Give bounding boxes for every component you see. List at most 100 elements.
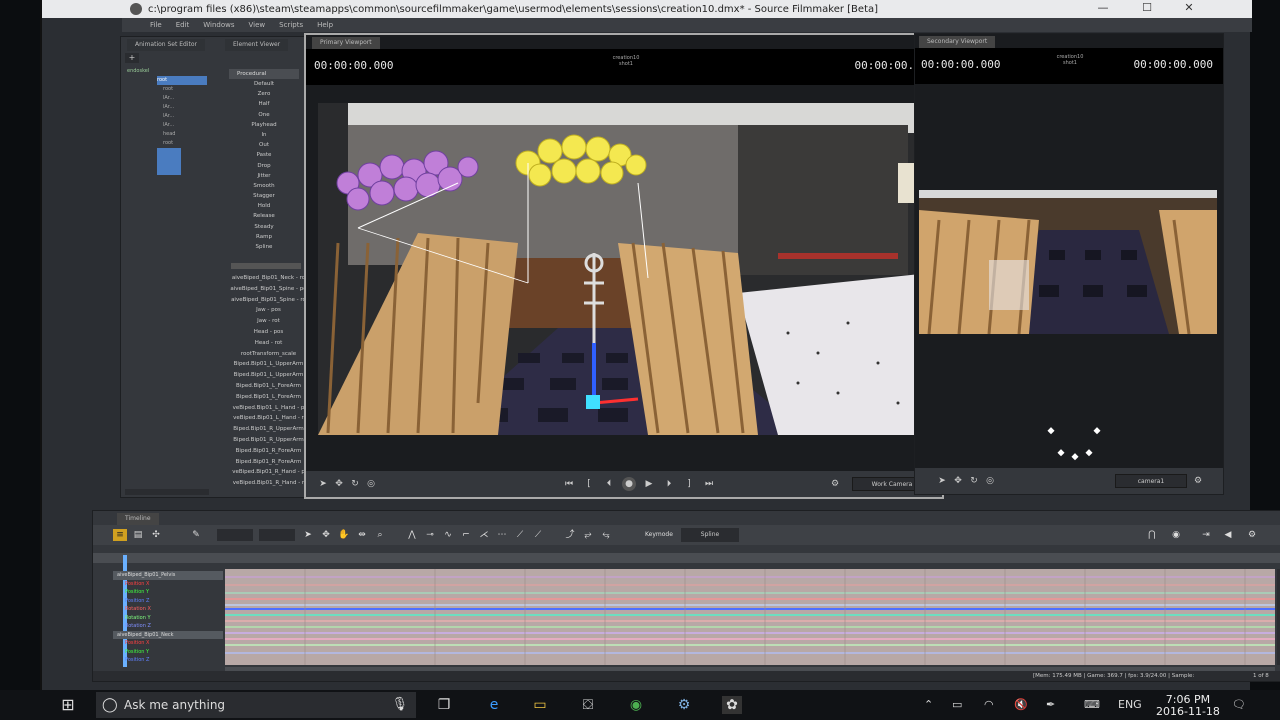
record-icon[interactable]: ● xyxy=(622,477,636,491)
primary-viewport[interactable]: Primary Viewport ✕ 00:00:00.000 creation… xyxy=(304,33,944,499)
store-icon[interactable]: ⛋ xyxy=(578,696,598,714)
channel-pos-z[interactable]: Position Z xyxy=(113,597,223,606)
manipulator-icon[interactable]: ◎ xyxy=(364,477,378,491)
control-item[interactable]: Head - rot xyxy=(221,338,316,349)
pan-hand-icon[interactable]: ✋ xyxy=(337,529,351,541)
prev-frame-icon[interactable]: ⏴ xyxy=(602,477,616,491)
chrome-icon[interactable]: ◉ xyxy=(626,696,646,714)
select-tool-icon[interactable]: ➤ xyxy=(316,477,330,491)
mute-icon[interactable]: ◀ xyxy=(1221,529,1235,541)
preset-steady[interactable]: Steady xyxy=(229,222,299,232)
tangent-linear-icon[interactable]: ⋌ xyxy=(477,529,491,541)
control-item[interactable]: veBiped.Bip01_R_Hand - p xyxy=(221,467,316,478)
export-icon[interactable]: ⇥ xyxy=(1199,529,1213,541)
microphone-icon[interactable]: 🎙 xyxy=(391,692,408,718)
tangent-step-icon[interactable]: ⌐ xyxy=(459,529,473,541)
graph-editor-curves[interactable] xyxy=(225,569,1275,665)
move-tool-icon[interactable]: ✥ xyxy=(951,474,965,488)
cortana-search-box[interactable]: ◯ Ask me anything 🎙 xyxy=(96,692,416,718)
preset-ramp[interactable]: Ramp xyxy=(229,232,299,242)
channel-pos-y[interactable]: Position Y xyxy=(113,588,223,597)
control-item[interactable]: aiveBiped_Bip01_Neck - ro xyxy=(221,273,316,284)
channel-pos-y[interactable]: Position Y xyxy=(113,648,223,657)
control-item[interactable]: Biped.Bip01_R_ForeArm xyxy=(221,457,316,468)
keymode-select[interactable]: Spline xyxy=(681,528,739,542)
timeline-settings-icon[interactable]: ⚙ xyxy=(1245,529,1259,541)
move-tool-icon[interactable]: ✥ xyxy=(319,529,333,541)
control-item[interactable]: Biped.Bip01_L_UpperArm xyxy=(221,359,316,370)
channel-pos-z[interactable]: Position Z xyxy=(113,656,223,665)
control-item[interactable]: aiveBiped_Bip01_Spine - ro xyxy=(221,295,316,306)
tab-timeline[interactable]: Timeline xyxy=(117,513,159,525)
tree-item[interactable]: root xyxy=(163,85,207,94)
tangent-unify-icon[interactable]: ⋯ xyxy=(495,529,509,541)
secondary-render[interactable] xyxy=(919,190,1217,334)
menu-edit[interactable]: Edit xyxy=(176,21,190,29)
magnet-icon[interactable]: ⋂ xyxy=(1145,529,1159,541)
preset-smooth[interactable]: Smooth xyxy=(229,181,299,191)
preset-stagger[interactable]: Stagger xyxy=(229,191,299,201)
next-key-icon[interactable]: ] xyxy=(682,477,696,491)
tree-h-scrollbar[interactable] xyxy=(125,489,209,495)
control-item[interactable]: veBiped.Bip01_L_Hand - r xyxy=(221,413,316,424)
zoom-icon[interactable]: ⌕ xyxy=(373,529,387,541)
menu-file[interactable]: File xyxy=(150,21,162,29)
sfm-taskbar-icon[interactable]: ✿ xyxy=(722,696,742,714)
tree-item[interactable]: root xyxy=(163,139,207,148)
notifications-icon[interactable]: 🗨 xyxy=(1232,698,1246,711)
tab-primary-viewport[interactable]: Primary Viewport xyxy=(312,37,380,49)
value-field[interactable] xyxy=(259,529,295,541)
viewport-render[interactable] xyxy=(318,103,930,435)
time-ruler[interactable] xyxy=(93,553,1280,563)
camera-options-icon[interactable]: ⚙ xyxy=(828,477,842,491)
camera-select[interactable]: camera1 xyxy=(1115,474,1187,488)
preset-drop[interactable]: Drop xyxy=(229,161,299,171)
rotate-tool-icon[interactable]: ↻ xyxy=(348,477,362,491)
maximize-button[interactable]: ☐ xyxy=(1132,1,1162,17)
channel-rot-y[interactable]: Rotation Y xyxy=(113,614,223,623)
preset-half[interactable]: Half xyxy=(229,99,299,109)
move-tool-icon[interactable]: ✥ xyxy=(332,477,346,491)
jump-to-end-icon[interactable]: ⏭ xyxy=(702,477,716,491)
tangent-flat-icon[interactable]: ⊸ xyxy=(423,529,437,541)
control-item[interactable]: Jaw - rot xyxy=(221,316,316,327)
tangent-weight-icon[interactable]: ⟋ xyxy=(531,529,545,541)
tab-secondary-viewport[interactable]: Secondary Viewport xyxy=(919,36,996,48)
tree-item[interactable]: lAr... xyxy=(163,103,207,112)
channel-group-neck[interactable]: aiveBiped_Bip01_Neck xyxy=(113,630,223,639)
pen-icon[interactable]: ✒ xyxy=(1046,698,1055,711)
tree-item-selected[interactable] xyxy=(157,157,181,166)
menu-windows[interactable]: Windows xyxy=(203,21,234,29)
channel-pos-x[interactable]: Position X xyxy=(113,639,223,648)
control-item[interactable]: veBiped.Bip01_R_Hand - r xyxy=(221,478,316,489)
channel-pos-x[interactable]: Position X xyxy=(113,580,223,589)
tangent-auto-icon[interactable]: ⋀ xyxy=(405,529,419,541)
close-button[interactable]: ✕ xyxy=(1174,1,1204,17)
preset-spline[interactable]: Spline xyxy=(229,242,299,252)
system-clock[interactable]: 7:06 PM 2016-11-18 xyxy=(1156,694,1220,718)
language-indicator[interactable]: ENG xyxy=(1118,698,1142,711)
preset-out[interactable]: Out xyxy=(229,140,299,150)
file-explorer-icon[interactable]: ▭ xyxy=(530,696,550,714)
tree-item-selected[interactable] xyxy=(157,166,181,175)
curve-normalize-icon[interactable]: ⥃ xyxy=(599,529,613,541)
control-item[interactable]: Jaw - pos xyxy=(221,305,316,316)
wifi-icon[interactable]: ◠ xyxy=(984,698,994,711)
next-frame-icon[interactable]: ⏵ xyxy=(662,477,676,491)
motion-editor-icon[interactable]: ▤ xyxy=(131,529,145,541)
select-tool-icon[interactable]: ➤ xyxy=(935,474,949,488)
tab-element-viewer[interactable]: Element Viewer xyxy=(225,39,289,51)
graph-editor-icon[interactable]: ✣ xyxy=(149,529,163,541)
control-item[interactable]: aiveBiped_Bip01_Spine - po xyxy=(221,284,316,295)
show-hidden-icons-icon[interactable]: ⌃ xyxy=(924,698,933,711)
viewport-settings-icon[interactable]: ⚙ xyxy=(1191,474,1205,488)
tree-item[interactable]: endoskel xyxy=(127,67,207,76)
tree-item[interactable]: lAr... xyxy=(163,112,207,121)
tree-item[interactable]: head xyxy=(163,130,207,139)
curve-smooth-icon[interactable]: ⤴ xyxy=(563,529,577,541)
control-item[interactable]: Head - pos xyxy=(221,327,316,338)
volume-muted-icon[interactable]: 🔇 xyxy=(1014,698,1028,711)
preset-playhead[interactable]: Playhead xyxy=(229,120,299,130)
menu-scripts[interactable]: Scripts xyxy=(279,21,303,29)
preset-release[interactable]: Release xyxy=(229,211,299,221)
